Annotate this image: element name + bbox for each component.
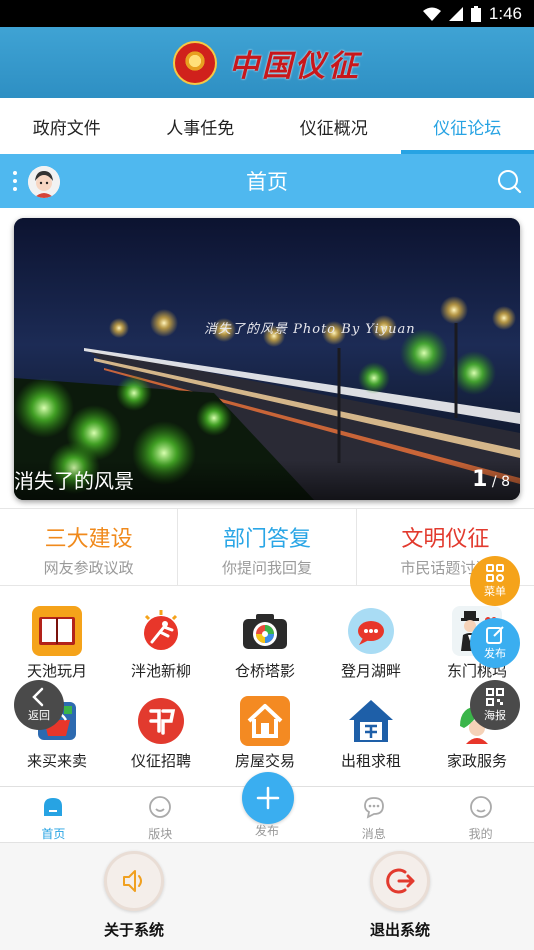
house-icon [240, 696, 290, 746]
back-button[interactable]: 返回 [14, 680, 64, 730]
post-button[interactable]: 发布 [470, 618, 520, 668]
signal-icon [448, 6, 463, 21]
message-icon [363, 797, 384, 819]
grid-item-rental[interactable]: 出租求租 [318, 696, 424, 771]
feature-title: 部门答复 [222, 527, 311, 552]
chevron-left-icon [32, 687, 44, 707]
runner-icon [136, 606, 186, 656]
qr-code-icon [486, 688, 504, 706]
nav-boards-label: 版块 [148, 827, 173, 841]
grid-label: 登月湖畔 [340, 662, 401, 680]
post-button-label: 发布 [484, 647, 506, 660]
back-button-label: 返回 [28, 709, 50, 722]
poster-button-label: 海报 [484, 709, 506, 722]
feature-row: 三大建设 网友参政议政 部门答复 你提问我回复 文明仪征 市民话题讨论 [0, 508, 534, 586]
nav-profile-label: 我的 [468, 827, 493, 841]
page-title: 首页 [246, 170, 288, 194]
profile-icon [469, 796, 492, 818]
feature-subtitle: 你提问我回复 [221, 559, 312, 577]
hire-icon [136, 696, 186, 746]
app-title: 中国仪征 [229, 48, 361, 84]
chat-icon [346, 606, 396, 656]
grid-item-panchi[interactable]: 泮池新柳 [108, 606, 214, 681]
grid-label: 出租求租 [340, 752, 401, 770]
banner-caption-bar: 消失了的风景 1 / 8 [14, 460, 520, 500]
tab-yizheng-overview[interactable]: 仪征概况 [267, 98, 401, 154]
camera-icon [240, 606, 290, 656]
forum-grid: 天池玩月 泮池新柳 仓桥塔影 登月湖畔 东门桃坞 来买来卖 仪征招聘 房屋交易 … [0, 596, 534, 776]
speaker-icon [104, 851, 164, 911]
nav-messages-label: 消息 [361, 827, 386, 841]
grid-label: 家政服务 [446, 752, 507, 770]
banner-carousel[interactable]: 消失了的风景 Photo By Yiyuan 消失了的风景 1 / 8 [14, 218, 520, 500]
feature-title: 三大建设 [44, 527, 133, 552]
poster-button[interactable]: 海报 [470, 680, 520, 730]
banner-page-current: 1 [472, 467, 488, 492]
grid-item-tianchi[interactable]: 天池玩月 [4, 606, 110, 681]
rent-icon [346, 696, 396, 746]
tab-yizheng-forum[interactable]: 仪征论坛 [400, 98, 534, 154]
about-system-button[interactable]: 关于系统 [54, 851, 214, 940]
exit-system-button[interactable]: 退出系统 [320, 851, 480, 940]
banner-watermark: 消失了的风景 Photo By Yiyuan [204, 322, 416, 337]
grid-label: 东门桃坞 [446, 662, 507, 680]
status-time: 1:46 [488, 3, 522, 23]
top-tabs: 政府文件 人事任免 仪征概况 仪征论坛 [0, 98, 534, 154]
grid-label: 来买来卖 [26, 752, 87, 770]
search-icon[interactable] [496, 168, 522, 194]
logout-icon [370, 851, 430, 911]
status-bar: 1:46 [0, 0, 534, 27]
grid-label: 仓桥塔影 [234, 662, 295, 680]
feature-title: 文明仪征 [401, 527, 490, 552]
battery-icon [470, 5, 481, 22]
plus-icon [256, 786, 280, 810]
tab-personnel-appointments[interactable]: 人事任免 [134, 98, 268, 154]
grid-label: 天池玩月 [26, 662, 87, 680]
menu-button-label: 菜单 [484, 585, 506, 598]
banner-page-total: / 8 [491, 474, 510, 490]
status-icons: 1:46 [422, 0, 522, 27]
about-system-label: 关于系统 [103, 921, 164, 939]
grid-menu-icon [486, 564, 504, 582]
publish-fab[interactable] [242, 772, 294, 824]
book-icon [32, 606, 82, 656]
feature-subtitle: 网友参政议政 [43, 559, 134, 577]
banner-title: 消失了的风景 [14, 469, 134, 493]
nav-home[interactable]: 首页 [0, 787, 107, 842]
feature-department-reply[interactable]: 部门答复 你提问我回复 [178, 509, 357, 585]
grid-item-housing[interactable]: 房屋交易 [212, 696, 318, 771]
nav-messages[interactable]: 消息 [320, 787, 427, 842]
grid-label: 房屋交易 [234, 752, 295, 770]
national-emblem-icon [173, 40, 217, 85]
app-header: 中国仪征 [0, 27, 534, 98]
nav-home-label: 首页 [41, 827, 66, 841]
page-bar: 首页 [0, 154, 534, 208]
smile-icon [149, 796, 172, 818]
nav-profile[interactable]: 我的 [427, 787, 534, 842]
grid-label: 泮池新柳 [130, 662, 191, 680]
banner-image [14, 218, 520, 500]
grid-item-cangqiao[interactable]: 仓桥塔影 [212, 606, 318, 681]
grid-item-dengyue[interactable]: 登月湖畔 [318, 606, 424, 681]
menu-button[interactable]: 菜单 [470, 556, 520, 606]
system-bar: 关于系统 退出系统 [0, 842, 534, 950]
wifi-icon [422, 7, 441, 21]
nav-publish-label: 发布 [254, 824, 279, 838]
edit-icon [486, 626, 504, 644]
nav-boards[interactable]: 版块 [107, 787, 214, 842]
home-icon [44, 798, 63, 816]
banner-page-indicator: 1 / 8 [472, 467, 510, 492]
grid-item-recruit[interactable]: 仪征招聘 [108, 696, 214, 771]
grid-label: 仪征招聘 [130, 752, 191, 770]
tab-government-documents[interactable]: 政府文件 [0, 98, 134, 154]
exit-system-label: 退出系统 [369, 921, 430, 939]
feature-three-constructions[interactable]: 三大建设 网友参政议政 [0, 509, 179, 585]
